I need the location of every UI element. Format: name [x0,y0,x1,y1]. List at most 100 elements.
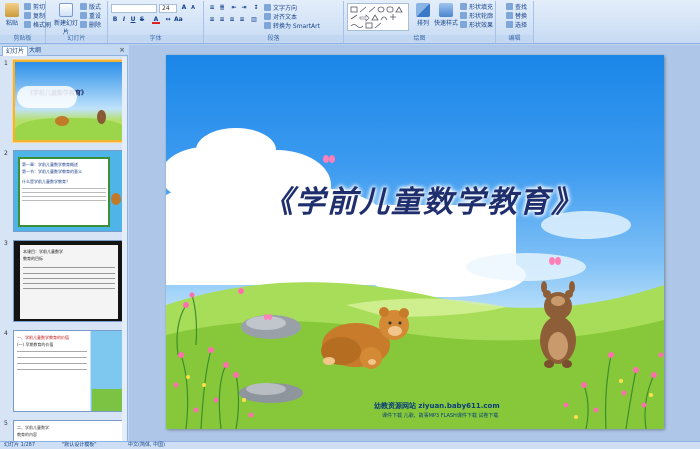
effects-icon [460,21,467,28]
font-color-button[interactable]: A [152,16,160,24]
thumb-line: 一、学前儿童数学教育的价值 [17,335,69,340]
smartart-button[interactable]: 转换为 SmartArt [264,22,320,30]
change-case-button[interactable]: Aa [174,16,183,24]
close-icon[interactable]: × [119,46,125,54]
shapes-gallery[interactable] [347,3,409,31]
underline-button[interactable]: U [129,16,137,24]
thumb-bear [55,116,69,126]
quick-styles-icon [439,3,453,17]
replace-icon [506,12,513,19]
theme-name: "默认设计模板" [62,442,97,448]
thumb-line: (一) 早期教育的价值 [17,342,54,347]
shrink-font-button[interactable]: A [189,4,197,12]
thumb-line: 二、学前儿童数学 [17,425,49,430]
thumb-rule [22,188,106,189]
slide-thumbnail[interactable]: 本课目：学前儿童数学 教育的目标 [13,240,124,322]
language-status[interactable]: 中文(简体, 中国) [128,442,165,449]
thumb-rule [23,267,115,268]
paste-button[interactable]: 粘贴 [1,3,23,27]
rock [246,383,286,395]
copy-icon [24,12,31,19]
group-label: 剪贴板 [0,35,45,42]
columns-button[interactable]: ▥ [250,16,258,24]
replace-button[interactable]: 替换 [506,12,527,20]
slide-number: 3 [4,240,8,247]
slide-workspace: 《学前儿童数学教育》 幼教资源网站 ziyuan.baby611.com 课件下… [129,45,700,441]
thumb-grass [15,118,122,140]
increase-indent-button[interactable]: ⇥ [240,4,248,12]
decrease-indent-button[interactable]: ⇤ [230,4,238,12]
find-button[interactable]: 查找 [506,3,527,11]
grow-font-button[interactable]: A [180,4,188,12]
quick-styles-button[interactable]: 快速样式 [434,3,458,27]
thumb-rule [23,273,115,274]
bullets-button[interactable]: ≡ [208,4,216,12]
new-slide-icon [59,3,73,17]
char-spacing-button[interactable]: ↔ [164,16,172,24]
group-label: 幻灯片 [46,35,107,42]
pane-scrollbar[interactable] [122,57,127,441]
thumb-text-panel: 本课目：学前儿童数学 教育的目标 [20,245,118,319]
thumb-rule [17,369,87,370]
tab-outline[interactable]: 大纲 [26,46,44,56]
thumb-grass [92,389,123,411]
thumb-rule [22,196,106,197]
slide-thumbnail[interactable]: 第一章：学前儿童数学教育概述 第一节：学前儿童数学教育的意义 什么是学前儿童数学… [13,150,124,232]
select-button[interactable]: 选择 [506,21,527,29]
layout-icon [80,3,87,10]
tab-slides[interactable]: 幻灯片 [2,46,29,56]
text-direction-icon [264,4,271,11]
layout-button[interactable]: 版式 [80,3,101,11]
arrange-button[interactable]: 排列 [412,3,434,27]
font-size-combo[interactable]: 24 [159,4,177,13]
reset-button[interactable]: 重设 [80,12,101,20]
binoculars-icon [506,3,513,10]
align-left-button[interactable]: ≡ [208,16,216,24]
align-center-button[interactable]: ≡ [218,16,226,24]
thumb-rule [23,278,115,279]
thumb-rule [17,357,87,358]
arrange-icon [416,3,430,17]
justify-button[interactable]: ≡ [238,16,246,24]
font-group: 24 A A B I U S A ↔ Aa 字体 [108,1,204,43]
slide-canvas[interactable]: 《学前儿童数学教育》 幼教资源网站 ziyuan.baby611.com 课件下… [166,55,664,429]
slide-thumbnail[interactable]: 一、学前儿童数学教育的价值 (一) 早期教育的价值 [13,330,124,412]
strikethrough-button[interactable]: S [138,16,146,24]
bold-button[interactable]: B [111,16,119,24]
clipboard-group: 粘贴 剪切 复制 格式刷 剪贴板 [0,1,51,43]
slides-group: 新建幻灯片 版式 重设 删除 幻灯片 [46,1,108,43]
ribbon: 粘贴 剪切 复制 格式刷 剪贴板 新建幻灯片 版式 重设 删除 幻灯片 24 A… [0,0,700,44]
slide-number: 1 [4,60,8,67]
slide-number: 4 [4,330,8,337]
font-name-combo[interactable] [111,4,157,13]
numbering-button[interactable]: ≣ [218,4,226,12]
slide-thumbnail[interactable]: 《学前儿童数学教育》 [13,60,124,142]
slide-thumbnail[interactable]: 二、学前儿童数学 教育的内容 [13,420,124,441]
text-direction-button[interactable]: 文字方向 [264,4,297,12]
thumb-rule [23,288,115,289]
thumb-bear [111,193,121,205]
shape-fill-button[interactable]: 形状填充 [460,3,493,11]
new-slide-button[interactable]: 新建幻灯片 [54,3,78,36]
shape-outline-button[interactable]: 形状轮廓 [460,12,493,20]
align-right-button[interactable]: ≡ [228,16,236,24]
thumb-rule [22,200,106,201]
cut-button[interactable]: 剪切 [24,3,45,11]
slides-pane: 幻灯片 大纲 × 1 《学前儿童数学教育》 2 第一章：学前儿童数学教育概述 第… [0,45,128,441]
slide-title[interactable]: 《学前儿童数学教育》 [238,177,608,221]
thumb-cloud [17,86,77,108]
copy-button[interactable]: 复制 [24,12,45,20]
slide-number: 2 [4,150,8,157]
align-text-icon [264,13,271,20]
italic-button[interactable]: I [120,16,128,24]
thumb-line: 第一章：学前儿童数学教育概述 [22,162,78,167]
shape-effects-button[interactable]: 形状效果 [460,21,493,29]
align-text-button[interactable]: 对齐文本 [264,13,297,21]
paragraph-group: ≡ ≣ ⇤ ⇥ ↕ ≡ ≡ ≡ ≡ ▥ 文字方向 对齐文本 转换为 SmartA… [204,1,344,43]
smartart-icon [264,22,271,29]
editing-group: 查找 替换 选择 编辑 [496,1,534,43]
pane-tabs: 幻灯片 大纲 × [0,45,128,56]
line-spacing-button[interactable]: ↕ [252,4,260,12]
delete-button[interactable]: 删除 [80,21,101,29]
slide-number: 5 [4,420,8,427]
